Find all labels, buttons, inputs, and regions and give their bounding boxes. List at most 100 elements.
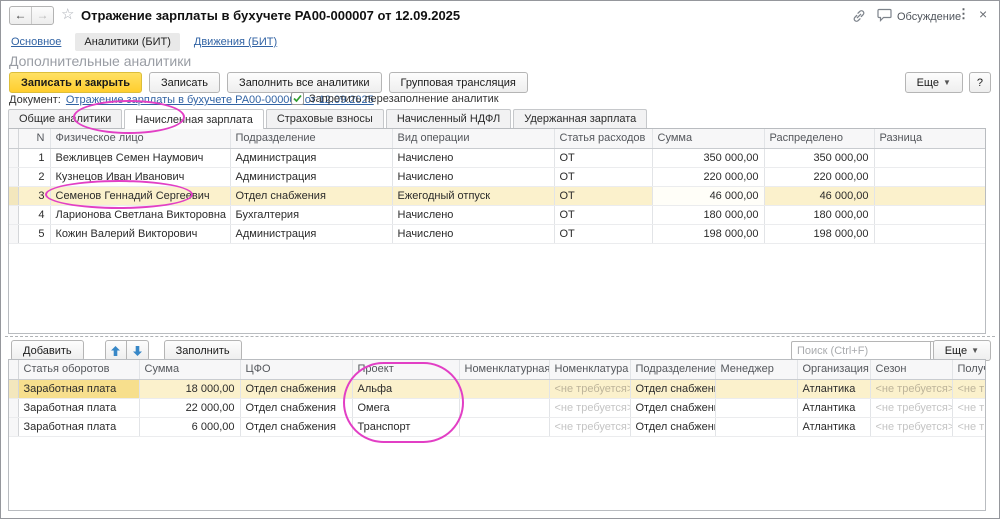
cell-amount[interactable]: 350 000,00 bbox=[652, 148, 764, 167]
nav-item-analitiki-bit[interactable]: Аналитики (БИТ) bbox=[75, 33, 179, 51]
cell-distributed[interactable]: 46 000,00 bbox=[764, 186, 874, 205]
tab-nachislennaya-zarplata[interactable]: Начисленная зарплата bbox=[124, 109, 264, 129]
cell-cfo[interactable]: Отдел снабжения bbox=[240, 379, 352, 398]
cell-expense[interactable]: ОТ bbox=[554, 224, 652, 243]
table-row-selected[interactable]: 3 Семенов Геннадий Сергеевич Отдел снабж… bbox=[9, 186, 985, 205]
cell-amount-focused[interactable]: 46 000,00 bbox=[652, 186, 764, 205]
table-row[interactable]: 1 Вежливцев Семен Наумович Администрация… bbox=[9, 148, 985, 167]
column-header-amount[interactable]: Сумма bbox=[139, 360, 240, 379]
cell-amount[interactable]: 18 000,00 bbox=[139, 379, 240, 398]
tab-strahovye-vznosy[interactable]: Страховые взносы bbox=[266, 109, 384, 128]
column-header-n[interactable]: N bbox=[18, 129, 50, 148]
cell-season[interactable]: <не требуется> bbox=[870, 398, 952, 417]
table-row[interactable]: Заработная плата 6 000,00 Отдел снабжени… bbox=[9, 417, 985, 436]
cell-nomenclature[interactable]: <не требуется> bbox=[549, 398, 630, 417]
column-header-person[interactable]: Физическое лицо bbox=[50, 129, 230, 148]
column-header-receiver[interactable]: Получате... bbox=[952, 360, 985, 379]
cell-item-focused[interactable]: Заработная плата bbox=[18, 379, 139, 398]
cell-department[interactable]: Администрация bbox=[230, 167, 392, 186]
cell-difference[interactable] bbox=[874, 148, 985, 167]
cell-item[interactable]: Заработная плата bbox=[18, 417, 139, 436]
close-icon[interactable]: × bbox=[979, 6, 987, 22]
cell-amount[interactable]: 180 000,00 bbox=[652, 205, 764, 224]
cell-organization[interactable]: Атлантика bbox=[797, 417, 870, 436]
cell-receiver[interactable]: <не требуется> bbox=[952, 398, 985, 417]
cell-operation[interactable]: Начислено bbox=[392, 205, 554, 224]
cell-season[interactable]: <не требуется> bbox=[870, 379, 952, 398]
cell-operation[interactable]: Начислено bbox=[392, 167, 554, 186]
cell-n[interactable]: 4 bbox=[18, 205, 50, 224]
column-header-difference[interactable]: Разница bbox=[874, 129, 985, 148]
cell-expense[interactable]: ОТ bbox=[554, 186, 652, 205]
column-header-organization[interactable]: Организация (ана... bbox=[797, 360, 870, 379]
cell-amount[interactable]: 198 000,00 bbox=[652, 224, 764, 243]
cell-project[interactable]: Транспорт bbox=[352, 417, 459, 436]
cell-department[interactable]: Администрация bbox=[230, 148, 392, 167]
cell-manager[interactable] bbox=[715, 379, 797, 398]
column-header-amount[interactable]: Сумма bbox=[652, 129, 764, 148]
forward-icon[interactable]: → bbox=[31, 7, 53, 24]
move-down-button[interactable] bbox=[127, 340, 149, 361]
tab-uderzhannaya-zarplata[interactable]: Удержанная зарплата bbox=[513, 109, 647, 128]
back-icon[interactable]: ← bbox=[10, 7, 31, 24]
fill-all-analytics-button[interactable]: Заполнить все аналитики bbox=[227, 72, 381, 93]
cell-person[interactable]: Семенов Геннадий Сергеевич bbox=[50, 186, 230, 205]
column-header-item[interactable]: Статья оборотов bbox=[18, 360, 139, 379]
cell-operation[interactable]: Ежегодный отпуск bbox=[392, 186, 554, 205]
more-button[interactable]: Еще▼ bbox=[905, 72, 963, 93]
more-menu-icon[interactable]: ⋮ bbox=[957, 6, 970, 22]
cell-difference[interactable] bbox=[874, 224, 985, 243]
cell-operation[interactable]: Начислено bbox=[392, 224, 554, 243]
cell-department[interactable]: Бухгалтерия bbox=[230, 205, 392, 224]
column-header-department[interactable]: Подразделение bbox=[630, 360, 715, 379]
table-row[interactable]: Заработная плата 22 000,00 Отдел снабжен… bbox=[9, 398, 985, 417]
table-row-selected[interactable]: Заработная плата 18 000,00 Отдел снабжен… bbox=[9, 379, 985, 398]
column-header-nomenclature[interactable]: Номенклатура bbox=[549, 360, 630, 379]
nav-item-osnovnoe[interactable]: Основное bbox=[11, 36, 61, 48]
cell-difference[interactable] bbox=[874, 186, 985, 205]
cell-nomenclature[interactable]: <не требуется> bbox=[549, 417, 630, 436]
column-header-cfo[interactable]: ЦФО bbox=[240, 360, 352, 379]
save-button[interactable]: Записать bbox=[149, 72, 220, 93]
column-header-project[interactable]: Проект bbox=[352, 360, 459, 379]
cell-cfo[interactable]: Отдел снабжения bbox=[240, 417, 352, 436]
more-button-bottom[interactable]: Еще▼ bbox=[933, 340, 991, 361]
cell-organization[interactable]: Атлантика bbox=[797, 398, 870, 417]
cell-amount[interactable]: 220 000,00 bbox=[652, 167, 764, 186]
favorite-star-icon[interactable]: ☆ bbox=[61, 5, 74, 23]
column-header-distributed[interactable]: Распределено bbox=[764, 129, 874, 148]
column-header-manager[interactable]: Менеджер bbox=[715, 360, 797, 379]
cell-expense[interactable]: ОТ bbox=[554, 167, 652, 186]
cell-cfo[interactable]: Отдел снабжения bbox=[240, 398, 352, 417]
cell-expense[interactable]: ОТ bbox=[554, 205, 652, 224]
column-header-expense[interactable]: Статья расходов bbox=[554, 129, 652, 148]
add-button[interactable]: Добавить bbox=[11, 340, 84, 361]
cell-project[interactable]: Альфа bbox=[352, 379, 459, 398]
cell-receiver[interactable]: <не требуется> bbox=[952, 417, 985, 436]
cell-manager[interactable] bbox=[715, 417, 797, 436]
cell-nom-group[interactable] bbox=[459, 379, 549, 398]
cell-amount[interactable]: 22 000,00 bbox=[139, 398, 240, 417]
cell-item[interactable]: Заработная плата bbox=[18, 398, 139, 417]
column-header-operation[interactable]: Вид операции bbox=[392, 129, 554, 148]
cell-nom-group[interactable] bbox=[459, 417, 549, 436]
cell-department[interactable]: Администрация bbox=[230, 224, 392, 243]
cell-expense[interactable]: ОТ bbox=[554, 148, 652, 167]
cell-department[interactable]: Отдел снабжения bbox=[630, 417, 715, 436]
table-row[interactable]: 4 Ларионова Светлана Викторовна Бухгалте… bbox=[9, 205, 985, 224]
table-row[interactable]: 5 Кожин Валерий Викторович Администрация… bbox=[9, 224, 985, 243]
cell-department[interactable]: Отдел снабжения bbox=[630, 398, 715, 417]
column-header-nom-group[interactable]: Номенклатурная гру... bbox=[459, 360, 549, 379]
cell-receiver[interactable]: <не требуется> bbox=[952, 379, 985, 398]
cell-manager[interactable] bbox=[715, 398, 797, 417]
discussion-control[interactable]: Обсуждение bbox=[877, 8, 961, 25]
tab-obshchie-analitiki[interactable]: Общие аналитики bbox=[8, 109, 122, 128]
cell-operation[interactable]: Начислено bbox=[392, 148, 554, 167]
column-header-department[interactable]: Подразделение bbox=[230, 129, 392, 148]
cell-project[interactable]: Омега bbox=[352, 398, 459, 417]
cell-person[interactable]: Ларионова Светлана Викторовна bbox=[50, 205, 230, 224]
help-button[interactable]: ? bbox=[969, 72, 991, 93]
cell-n[interactable]: 2 bbox=[18, 167, 50, 186]
forbid-refill-checkbox[interactable] bbox=[291, 92, 304, 105]
cell-nom-group[interactable] bbox=[459, 398, 549, 417]
